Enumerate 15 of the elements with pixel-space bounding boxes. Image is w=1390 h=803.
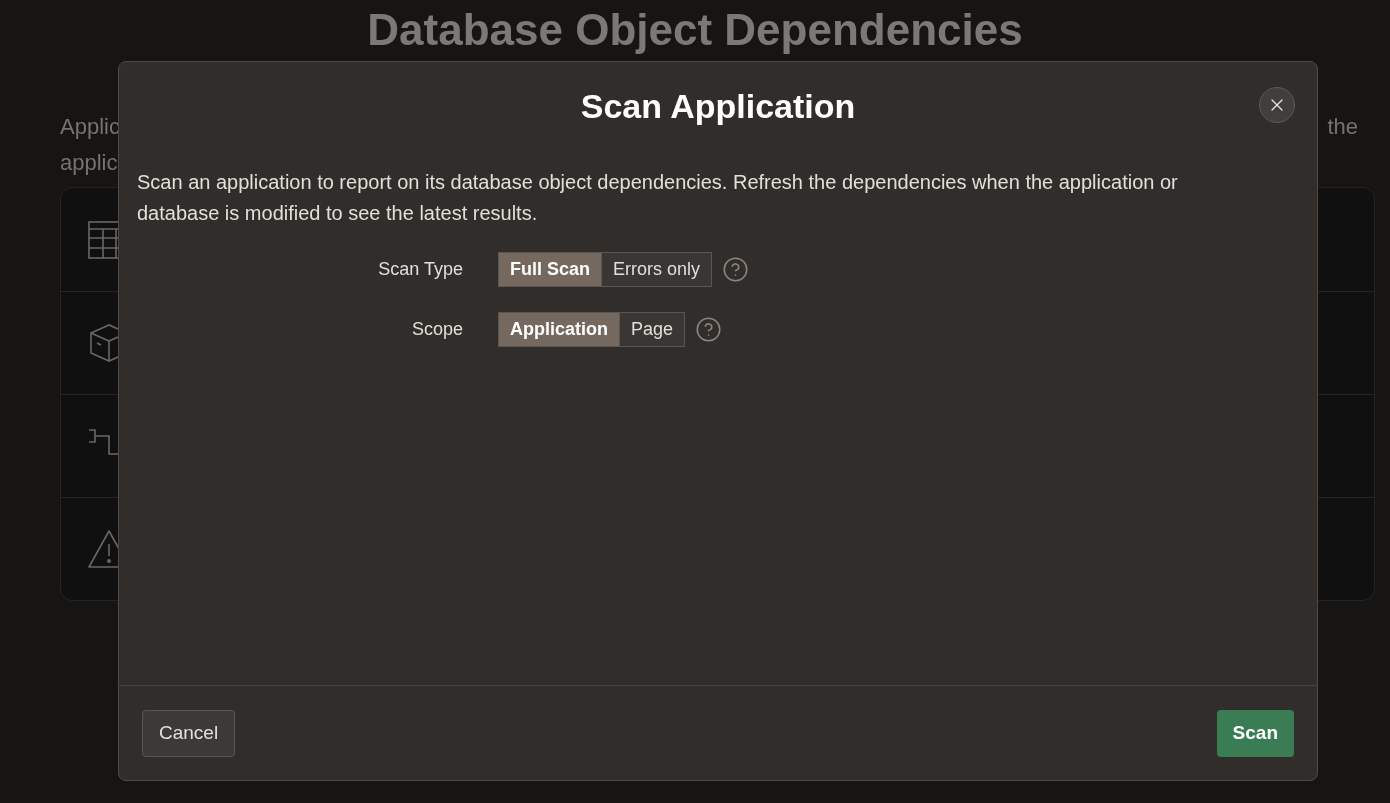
close-button[interactable] [1259, 87, 1295, 123]
help-icon[interactable] [695, 316, 723, 343]
cancel-button[interactable]: Cancel [142, 709, 236, 757]
intro-text: applic [60, 149, 119, 177]
field-label: Scan Type [377, 258, 463, 281]
dialog-title: Scan Application [580, 85, 856, 127]
page-title: Database Object Dependencies [367, 8, 1023, 52]
field-label: Scope [410, 318, 463, 341]
help-icon[interactable] [722, 256, 750, 283]
dialog-description: Scan an application to report on its database object dependencies. Refresh the dependencies when the application or database is modified to see the latest results. [137, 170, 1179, 226]
segment-option[interactable]: Full Scan [499, 253, 601, 286]
intro-text: Applic [60, 113, 120, 141]
scan-button[interactable]: Scan [1216, 709, 1294, 757]
intro-text: the [1327, 113, 1358, 141]
segment-option[interactable]: Application [499, 313, 619, 346]
